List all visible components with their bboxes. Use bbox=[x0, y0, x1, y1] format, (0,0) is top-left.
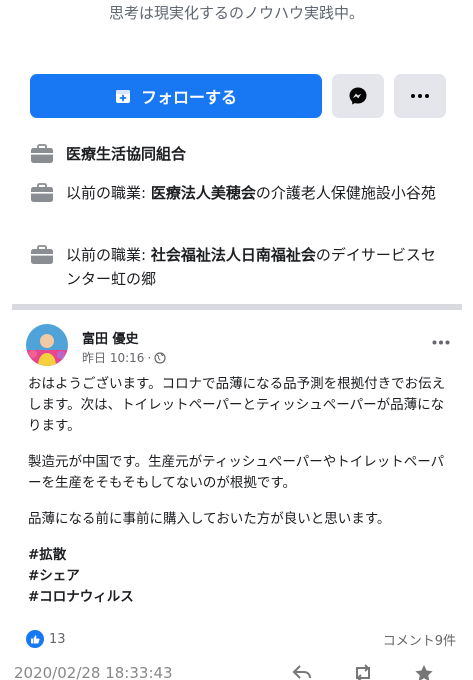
hashtags: #拡散 #シェア #コロナウィルス bbox=[28, 545, 453, 608]
more-button[interactable] bbox=[394, 74, 446, 118]
section-divider bbox=[12, 304, 462, 310]
post-paragraph: 品薄になる前に事前に購入しておいた方が良いと思います。 bbox=[28, 511, 391, 527]
post-options-button[interactable] bbox=[432, 330, 450, 349]
avatar-image bbox=[26, 324, 68, 366]
more-icon bbox=[432, 340, 450, 345]
author-name[interactable]: 富田 優史 bbox=[82, 328, 139, 347]
profile-actions: フォローする bbox=[30, 74, 446, 118]
work-item: 医療生活協同組合 bbox=[30, 142, 450, 166]
tweet-actions bbox=[292, 664, 434, 680]
messenger-icon bbox=[349, 87, 367, 105]
work-org[interactable]: 医療法人美穂会 bbox=[151, 184, 256, 202]
comment-count[interactable]: コメント9件 bbox=[383, 630, 456, 649]
reply-icon[interactable] bbox=[292, 664, 312, 680]
retweet-icon[interactable] bbox=[352, 664, 374, 680]
briefcase-icon bbox=[31, 183, 53, 202]
work-item: 以前の職業: 社会福祉法人日南福祉会のデイサービスセンター虹の郷 bbox=[30, 243, 450, 291]
follow-label: フォローする bbox=[140, 88, 237, 107]
post-time[interactable]: 昨日 10:16 bbox=[82, 349, 144, 366]
messenger-button[interactable] bbox=[332, 74, 384, 118]
hashtag-link[interactable]: #コロナウィルス bbox=[28, 587, 453, 608]
reactions-bar: 13 コメント9件 bbox=[26, 628, 456, 650]
post-paragraph: おはようございます。コロナで品薄になる品予測を根拠付きでお伝えします。次は、トイ… bbox=[28, 376, 446, 434]
profile-bio: 思考は現実化するのノウハウ実践中。 bbox=[108, 4, 364, 22]
like-count[interactable]: 13 bbox=[49, 632, 66, 647]
follow-plus-icon bbox=[115, 90, 130, 103]
post-meta: 昨日 10:16 · bbox=[82, 349, 166, 366]
post-paragraph: 製造元が中国です。生産元がティッシュぺーパーやトイレットペーパーを生産をそもそも… bbox=[28, 454, 445, 491]
post-body: おはようございます。コロナで品薄になる品予測を根拠付きでお伝えします。次は、トイ… bbox=[28, 374, 453, 608]
post-header: 富田 優史 昨日 10:16 · bbox=[18, 318, 458, 368]
briefcase-icon bbox=[31, 144, 53, 163]
more-icon bbox=[411, 94, 429, 98]
star-icon[interactable] bbox=[414, 664, 434, 680]
hashtag-link[interactable]: #シェア bbox=[28, 566, 453, 587]
post: 富田 優史 昨日 10:16 · おはようございます。コロナで品薄になる品予測を… bbox=[18, 318, 458, 649]
like-icon bbox=[26, 630, 44, 648]
tweet-footer: 2020/02/28 18:33:43 bbox=[14, 662, 464, 680]
avatar[interactable] bbox=[26, 324, 68, 366]
briefcase-icon bbox=[31, 245, 53, 264]
work-org[interactable]: 社会福祉法人日南福祉会 bbox=[151, 246, 316, 264]
work-org[interactable]: 医療生活協同組合 bbox=[66, 145, 186, 163]
hashtag-link[interactable]: #拡散 bbox=[28, 545, 453, 566]
meta-separator: · bbox=[147, 350, 152, 365]
globe-icon bbox=[154, 351, 166, 364]
follow-button[interactable]: フォローする bbox=[30, 74, 322, 118]
timestamp: 2020/02/28 18:33:43 bbox=[14, 664, 173, 680]
work-item: 以前の職業: 医療法人美穂会の介護老人保健施設小谷苑 bbox=[30, 181, 450, 205]
